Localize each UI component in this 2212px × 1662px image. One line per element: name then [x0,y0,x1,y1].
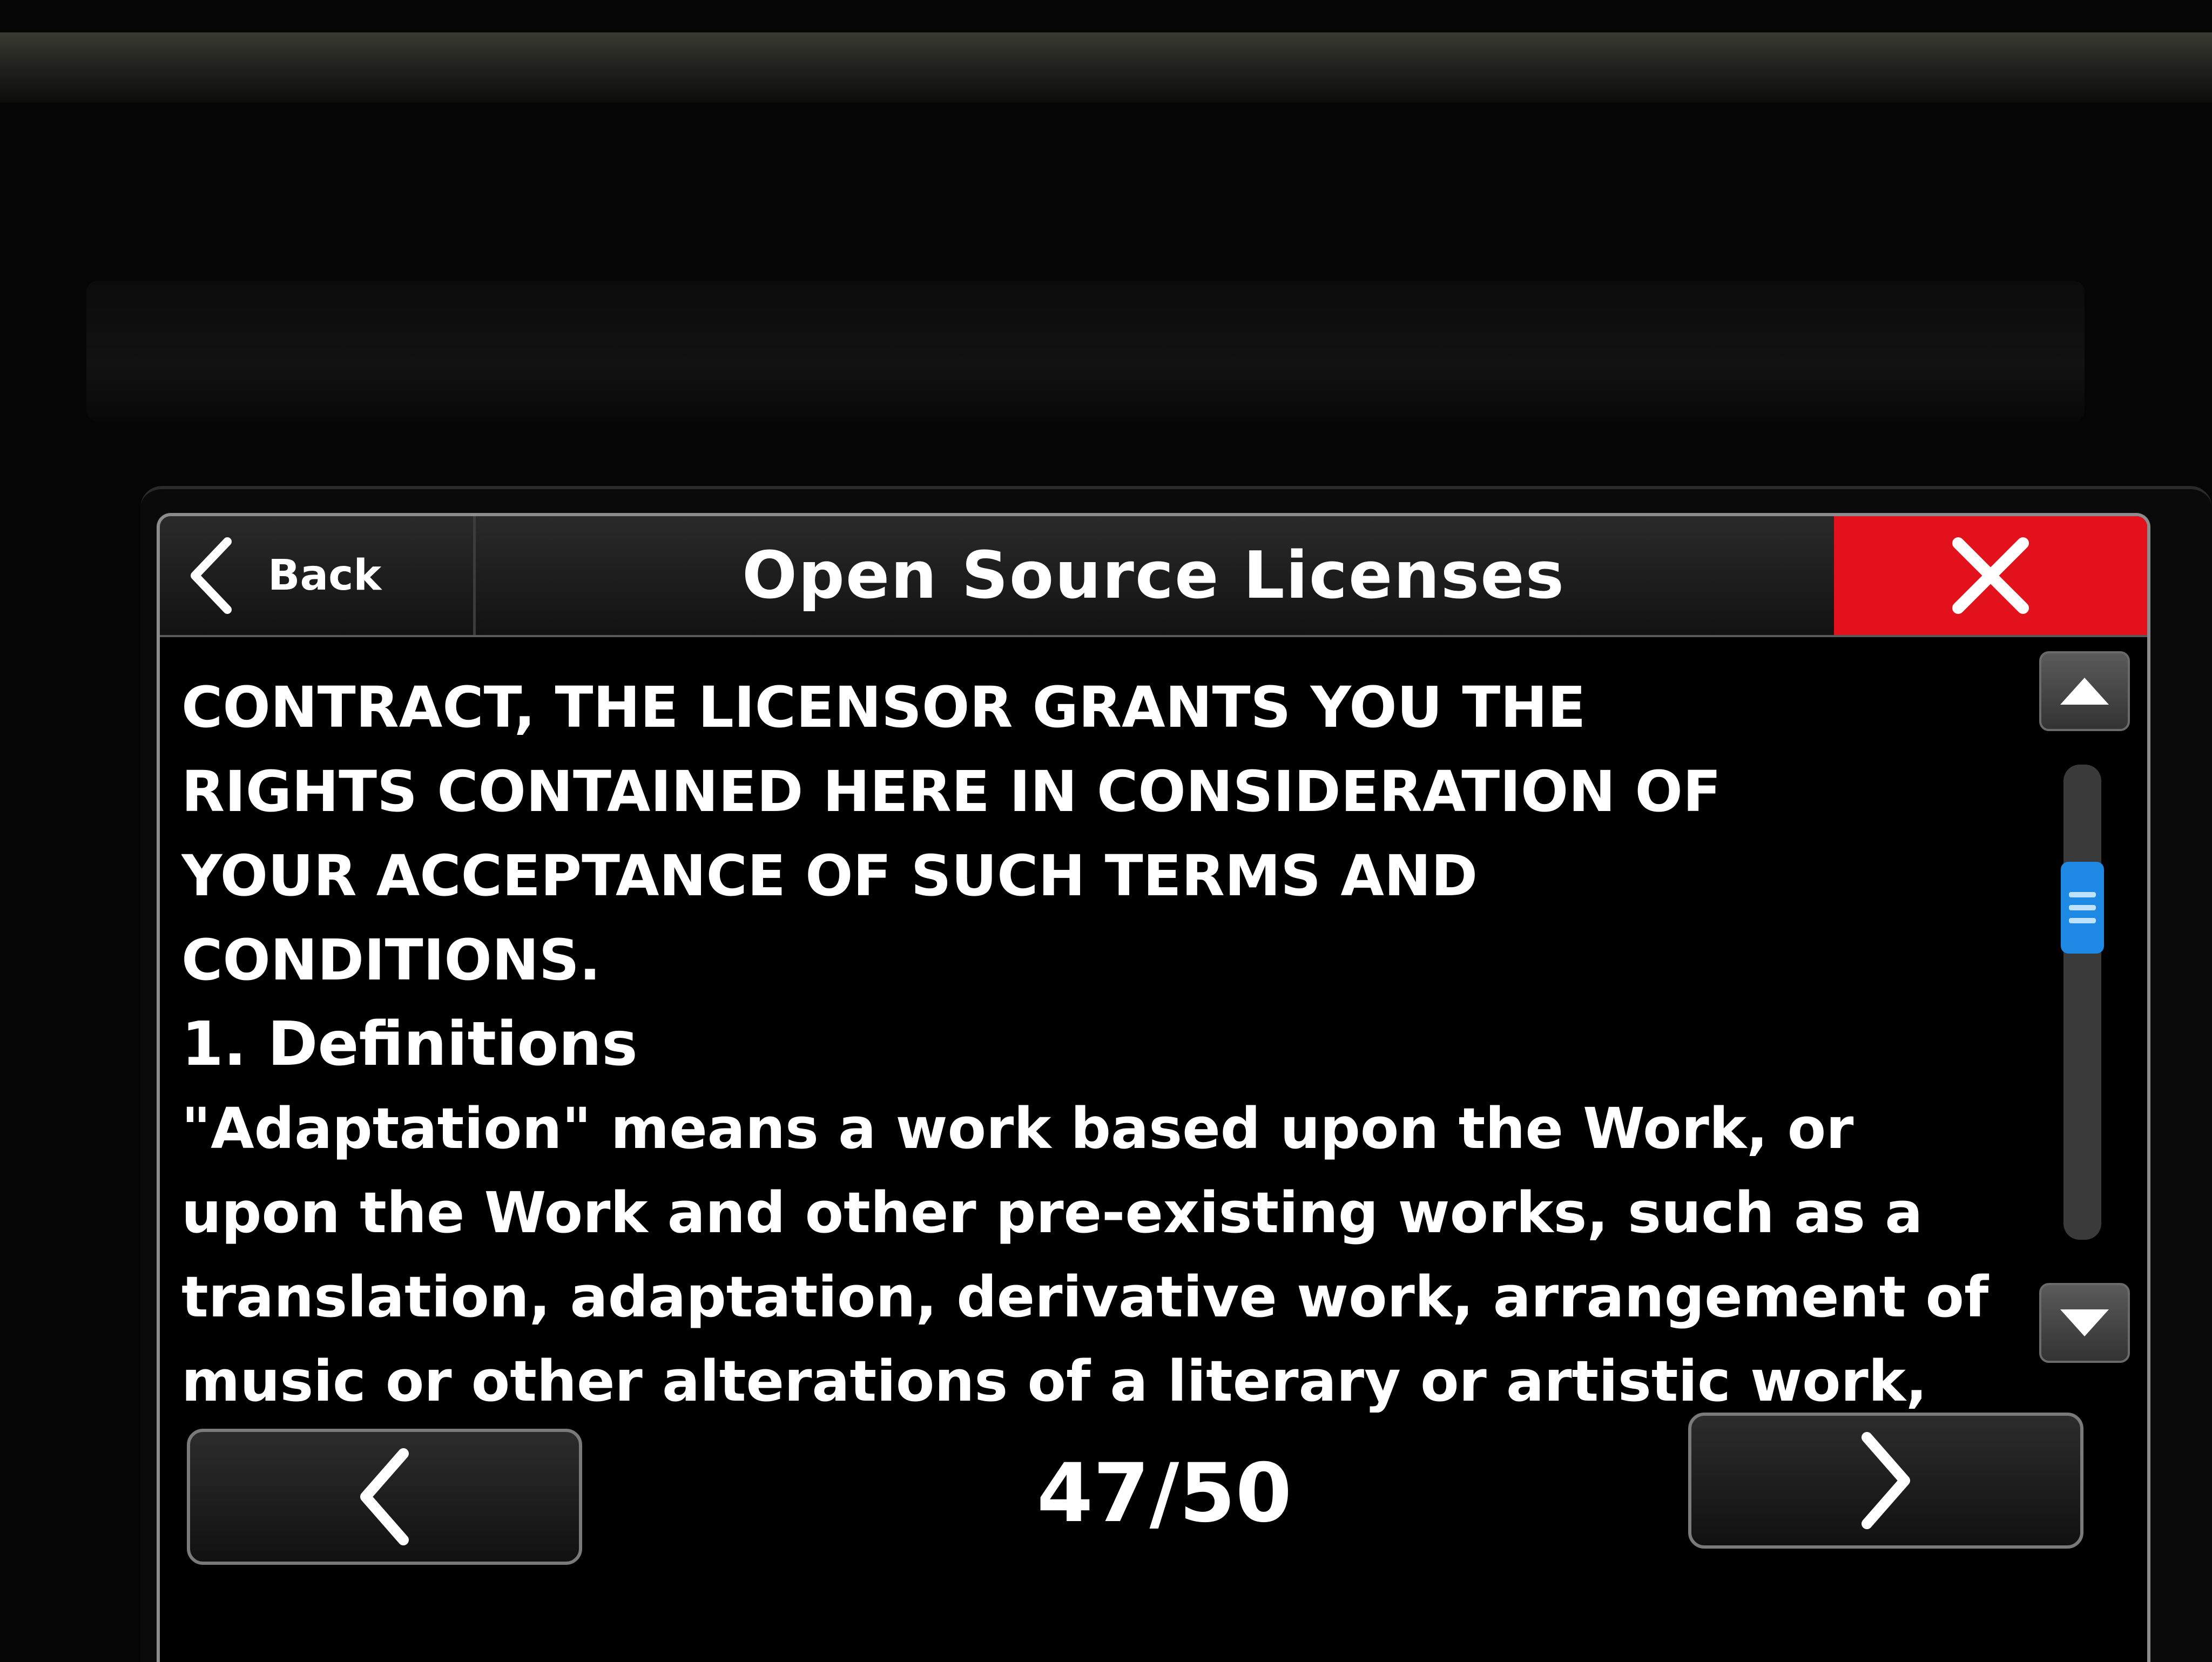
license-text-area: EXTENT THIS LICENSE MAY BE CONSIDERED TO… [181,646,2028,1413]
license-line: translation, adaptation, derivative work… [181,1264,1989,1330]
previous-page-button[interactable] [187,1429,582,1565]
back-button[interactable]: Back [160,516,476,635]
scrollbar-track[interactable] [2063,765,2101,1240]
dashboard-recess [86,281,2085,421]
header-bar: Back Open Source Licenses [160,516,2147,637]
triangle-up-icon [2060,678,2109,705]
license-line: music or other alterations of a literary… [181,1348,1927,1413]
close-icon [1952,537,2029,614]
scroll-down-button[interactable] [2039,1283,2130,1363]
license-line: YOUR ACCEPTANCE OF SUCH TERMS AND [181,843,1478,909]
license-line: CONDITIONS. [181,927,601,993]
license-line: CONTRACT, THE LICENSOR GRANTS YOU THE [181,674,1586,740]
infotainment-screen: Back Open Source Licenses EXTENT THIS LI… [157,513,2150,1662]
section-heading: 1. Definitions [181,1009,638,1079]
next-page-button[interactable] [1688,1413,2083,1549]
license-line: upon the Work and other pre-existing wor… [181,1180,1923,1246]
scrollbar-thumb[interactable] [2061,862,2104,954]
license-line: RIGHTS CONTAINED HERE IN CONSIDERATION O… [181,759,1722,825]
triangle-down-icon [2060,1309,2109,1336]
dashboard-trim [0,32,2212,103]
grip-line [2069,918,2096,923]
grip-line [2069,905,2096,910]
chevron-left-icon [191,537,232,614]
page-title: Open Source Licenses [741,538,1566,613]
license-line: "Adaptation" means a work based upon the… [181,1096,1854,1161]
scroll-up-button[interactable] [2039,651,2130,731]
close-button[interactable] [1834,516,2147,635]
license-line: EXTENT THIS LICENSE MAY BE CONSIDERED TO… [181,646,2028,665]
chevron-right-icon [1862,1432,1910,1529]
page-counter: 47/50 [1036,1447,1292,1541]
back-label: Back [268,551,382,600]
grip-line [2069,892,2096,897]
chevron-left-icon [360,1448,409,1545]
